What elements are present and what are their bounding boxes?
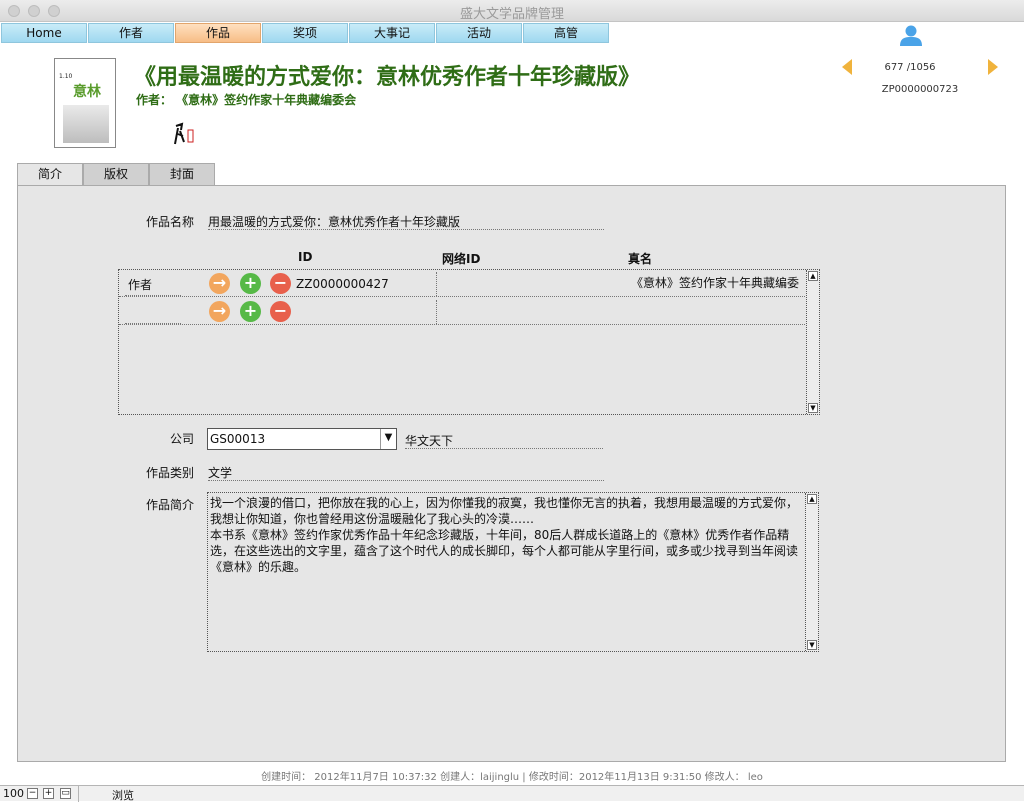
author-row: 作者 → + − ZZ0000000427 《意林》签约作家十年典藏编委: [119, 270, 807, 297]
cover-top-text: 1.10: [59, 73, 73, 80]
company-name-field[interactable]: 华文天下: [405, 432, 603, 449]
author-label: 作者: [128, 278, 153, 292]
go-to-author-button[interactable]: →: [209, 273, 230, 294]
user-icon[interactable]: [899, 24, 923, 46]
record-metadata: 创建时间： 2012年11月7日 10:37:32 创建人：laijinglu …: [261, 772, 763, 783]
company-label: 公司: [169, 432, 194, 446]
zoom-out-icon[interactable]: −: [27, 788, 38, 799]
go-to-author-button[interactable]: →: [209, 301, 230, 322]
scroll-down-icon[interactable]: ▼: [807, 640, 817, 650]
zoom-in-icon[interactable]: +: [43, 788, 54, 799]
nav-awards[interactable]: 奖项: [262, 23, 348, 43]
zoom-level[interactable]: 100: [3, 787, 24, 800]
category-field[interactable]: 文学: [208, 464, 604, 481]
nav-activities[interactable]: 活动: [436, 23, 522, 43]
cover-image: [63, 105, 109, 143]
remove-author-button[interactable]: −: [270, 301, 291, 322]
tab-cover[interactable]: 封面: [149, 163, 215, 185]
record-id: ZP0000000723: [881, 84, 959, 95]
nav-home[interactable]: Home: [1, 23, 87, 43]
col-head-net-id: 网络ID: [442, 252, 481, 266]
summary-textarea[interactable]: 找一个浪漫的借口，把你放在我的心上，因为你懂我的寂寞，我也懂你无言的执着，我想用…: [207, 492, 819, 652]
scroll-up-icon[interactable]: ▲: [808, 271, 818, 281]
company-id-value: GS00013: [210, 432, 266, 446]
author-real-name-cell[interactable]: 《意林》签约作家十年典藏编委: [631, 274, 807, 291]
remove-author-button[interactable]: −: [270, 273, 291, 294]
window-titlebar: 盛大文学品牌管理: [0, 0, 1024, 22]
author-line: 作者： 《意林》签约作家十年典藏编委会: [136, 93, 357, 107]
tab-copyright[interactable]: 版权: [83, 163, 149, 185]
add-author-button[interactable]: +: [240, 273, 261, 294]
cover-logo: 意林: [73, 84, 101, 100]
next-record-button[interactable]: [986, 58, 1000, 76]
stamp-icon: [174, 122, 194, 145]
work-title: 《用最温暖的方式爱你：意林优秀作者十年珍藏版》: [134, 64, 641, 90]
scroll-up-icon[interactable]: ▲: [807, 494, 817, 504]
detail-tabs: 简介 版权 封面: [17, 163, 215, 186]
nav-works[interactable]: 作品: [175, 23, 261, 43]
nav-executives[interactable]: 高管: [523, 23, 609, 43]
summary-scrollbar[interactable]: ▲ ▼: [805, 493, 818, 651]
author-id-cell[interactable]: ZZ0000000427: [296, 277, 434, 291]
nav-events[interactable]: 大事记: [349, 23, 435, 43]
author-portal: 作者 → + − ZZ0000000427 《意林》签约作家十年典藏编委 → +…: [118, 269, 820, 415]
summary-panel: 作品名称 用最温暖的方式爱你：意林优秀作者十年珍藏版 ID 网络ID 真名 作者…: [17, 185, 1006, 762]
author-portal-scrollbar[interactable]: ▲ ▼: [806, 270, 819, 414]
scroll-down-icon[interactable]: ▼: [808, 403, 818, 413]
company-select[interactable]: GS00013 ▼: [207, 428, 397, 450]
prev-record-button[interactable]: [840, 58, 854, 76]
nav-authors[interactable]: 作者: [88, 23, 174, 43]
summary-label: 作品简介: [145, 498, 194, 512]
cover-thumbnail[interactable]: 1.10 意林: [54, 58, 116, 148]
category-label: 作品类别: [145, 466, 194, 480]
chevron-down-icon[interactable]: ▼: [380, 429, 396, 449]
main-nav: Home 作者 作品 奖项 大事记 活动 高管: [1, 23, 610, 43]
toolbar-toggle-icon[interactable]: ▭: [60, 788, 71, 799]
author-row: → + −: [119, 298, 807, 325]
add-author-button[interactable]: +: [240, 301, 261, 322]
work-name-label: 作品名称: [145, 215, 194, 229]
status-bar: 100 − + ▭ 浏览: [0, 785, 1024, 802]
col-head-real-name: 真名: [628, 252, 653, 266]
window-title: 盛大文学品牌管理: [459, 7, 564, 22]
tab-summary[interactable]: 简介: [17, 163, 83, 186]
col-head-id: ID: [298, 250, 313, 264]
record-count: 677 /1056: [884, 62, 936, 73]
work-name-field[interactable]: 用最温暖的方式爱你：意林优秀作者十年珍藏版: [208, 213, 604, 230]
summary-text: 找一个浪漫的借口，把你放在我的心上，因为你懂我的寂寞，我也懂你无言的执着，我想用…: [210, 496, 799, 574]
